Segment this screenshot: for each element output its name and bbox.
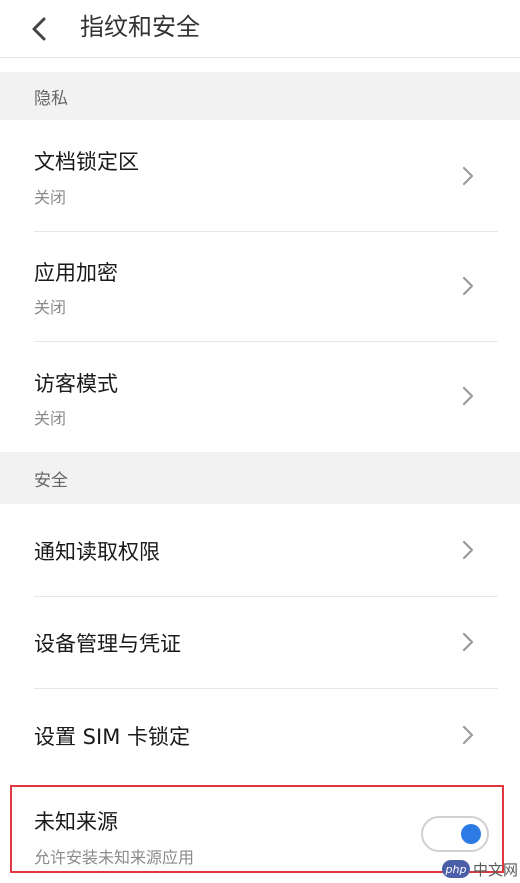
row-guest-mode[interactable]: 访客模式 关闭: [0, 342, 520, 452]
row-status: 关闭: [34, 188, 67, 207]
row-sim-lock[interactable]: 设置 SIM 卡锁定: [0, 689, 520, 781]
page-title: 指纹和安全: [80, 13, 200, 41]
chevron-right-icon: [456, 628, 480, 656]
section-header-security: 安全: [0, 452, 520, 504]
watermark: php 中文网: [442, 858, 518, 880]
chevron-right-icon: [456, 721, 480, 749]
row-status: 关闭: [34, 409, 67, 428]
app-header: 指纹和安全: [0, 0, 520, 58]
row-title: 设备管理与凭证: [34, 632, 181, 656]
back-button[interactable]: [22, 12, 58, 46]
chevron-right-icon: [456, 536, 480, 564]
row-title: 设置 SIM 卡锁定: [34, 725, 190, 749]
row-notification-access[interactable]: 通知读取权限: [0, 504, 520, 596]
chevron-right-icon: [456, 162, 480, 190]
row-device-admin[interactable]: 设备管理与凭证: [0, 597, 520, 688]
row-title: 文档锁定区: [34, 150, 139, 174]
row-title: 未知来源: [34, 810, 118, 834]
section-header-privacy: 隐私: [0, 72, 520, 120]
row-app-encryption[interactable]: 应用加密 关闭: [0, 232, 520, 341]
row-description: 允许安装未知来源应用: [34, 848, 195, 867]
row-title: 应用加密: [34, 261, 118, 285]
row-title: 访客模式: [34, 372, 118, 396]
unknown-sources-toggle[interactable]: [421, 816, 489, 852]
watermark-text: 中文网: [473, 860, 519, 879]
chevron-right-icon: [456, 382, 480, 410]
row-document-lock[interactable]: 文档锁定区 关闭: [0, 120, 520, 231]
chevron-left-icon: [32, 17, 46, 41]
chevron-right-icon: [456, 272, 480, 300]
row-title: 通知读取权限: [34, 540, 160, 564]
row-status: 关闭: [34, 298, 67, 317]
watermark-logo: php: [442, 860, 470, 878]
toggle-knob: [461, 824, 481, 844]
